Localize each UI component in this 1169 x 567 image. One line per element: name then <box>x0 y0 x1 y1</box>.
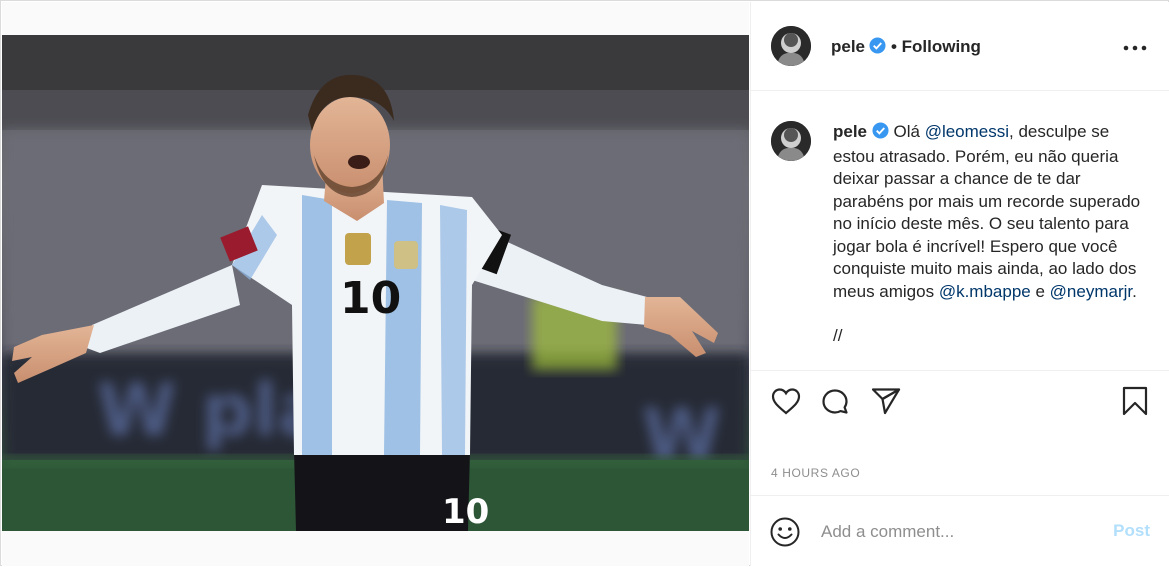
mention-link[interactable]: @neymarjr <box>1050 282 1132 301</box>
caption-avatar[interactable] <box>771 121 811 161</box>
bookmark-icon[interactable] <box>1121 385 1149 422</box>
heart-icon[interactable] <box>770 386 802 421</box>
avatar[interactable] <box>771 26 811 66</box>
shorts-number: 10 <box>442 492 489 531</box>
follow-status-button[interactable]: Following <box>902 37 981 56</box>
mention-link[interactable]: @leomessi <box>925 122 1009 141</box>
post-header: pele • Following <box>751 2 1169 91</box>
caption-continuation: // <box>833 326 843 345</box>
caption-text-0: Olá <box>893 122 925 141</box>
mention-link[interactable]: @k.mbappe <box>939 282 1031 301</box>
add-comment-bar: Post <box>751 495 1169 567</box>
post-side-panel: pele • Following pele Olá @leomessi, des… <box>750 2 1169 566</box>
post-media: W pla W 10 10 <box>2 2 749 566</box>
follow-separator: • <box>890 37 902 56</box>
comments-section[interactable]: pele Olá @leomessi, desculpe se estou at… <box>751 91 1169 370</box>
player-photo-illustration: W pla W 10 10 <box>2 35 749 531</box>
jersey-number: 10 <box>340 273 401 324</box>
post-photo[interactable]: W pla W 10 10 <box>2 35 749 531</box>
svg-text:W pla: W pla <box>97 368 326 452</box>
more-options-icon[interactable] <box>1122 40 1148 51</box>
post-comment-button[interactable]: Post <box>1113 521 1150 541</box>
caption-avatar-image <box>771 121 811 161</box>
caption-text-6: . <box>1132 281 1137 301</box>
verified-badge-icon <box>869 37 887 59</box>
post-timestamp[interactable]: 4 HOURS AGO <box>771 466 860 480</box>
avatar-image <box>771 26 811 66</box>
smiley-icon[interactable] <box>769 516 801 553</box>
action-bar <box>751 370 1169 431</box>
caption-text-4: e <box>1030 281 1050 301</box>
post-caption: pele Olá @leomessi, desculpe se estou at… <box>833 121 1151 348</box>
comment-input[interactable] <box>819 516 1103 548</box>
caption-verified-badge-icon <box>872 122 889 146</box>
caption-username[interactable]: pele <box>833 122 867 141</box>
comment-bubble-icon[interactable] <box>819 386 851 423</box>
paper-plane-icon[interactable] <box>870 386 902 421</box>
author-username[interactable]: pele <box>831 37 865 56</box>
instagram-post: W pla W 10 10 pele • Following pele Olá … <box>0 0 1169 566</box>
caption-text-2: , desculpe se estou atrasado. Porém, eu … <box>833 122 1141 301</box>
